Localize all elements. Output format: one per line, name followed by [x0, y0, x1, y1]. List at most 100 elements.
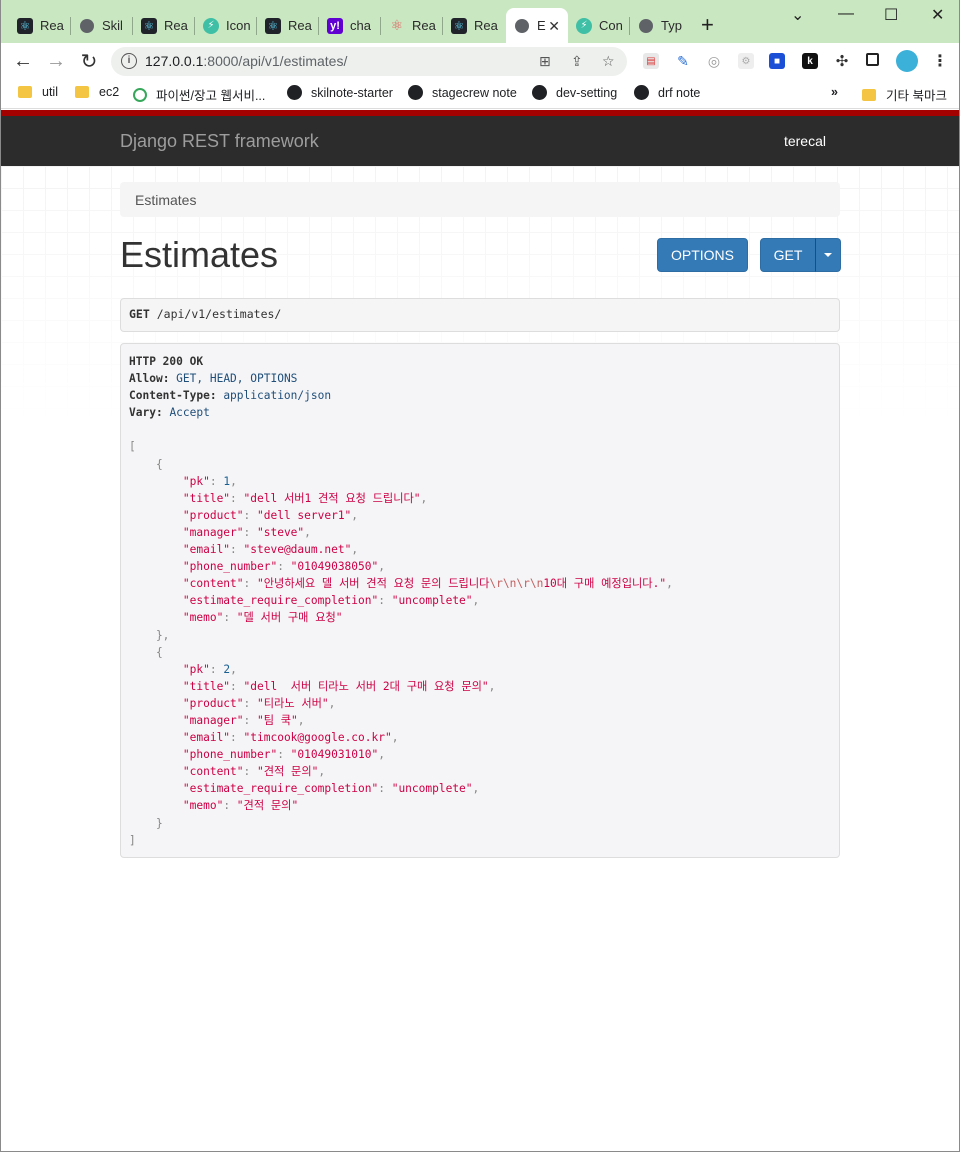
request-path: /api/v1/estimates/	[156, 307, 282, 321]
k-extension-icon[interactable]: k	[802, 53, 818, 69]
close-icon[interactable]: ✕	[548, 18, 560, 35]
color-picker-icon[interactable]: ✎	[675, 53, 691, 69]
bookmark-item[interactable]: ec2	[75, 85, 119, 99]
globe-icon	[634, 85, 649, 100]
options-button[interactable]: OPTIONS	[657, 238, 748, 272]
sidepanel-icon[interactable]	[866, 53, 879, 66]
json-value: "견적 문의"	[257, 765, 319, 779]
tab-label: Skil	[102, 18, 123, 33]
request-info: GET /api/v1/estimates/	[120, 298, 840, 332]
bookmark-item[interactable]: drf note	[634, 85, 700, 100]
react-icon: ⚛	[141, 17, 157, 34]
json-value: "dell 서버 티라노 서버 2대 구매 요청 문의"	[243, 679, 489, 693]
react-red-icon: ⚛	[390, 17, 404, 33]
bookmark-item[interactable]: util	[18, 85, 58, 99]
folder-icon	[18, 86, 32, 98]
browser-tab-active[interactable]: E ✕	[506, 8, 568, 43]
globe-icon	[287, 85, 302, 100]
browser-tab[interactable]: ⚡ Icon	[195, 8, 257, 43]
bookmark-star-icon[interactable]: ☆	[602, 53, 615, 70]
bookmark-item[interactable]: 파이썬/장고 웹서비...	[133, 85, 265, 104]
reload-icon[interactable]: ↻	[77, 49, 101, 73]
json-value: "uncomplete"	[391, 594, 473, 608]
json-value: "티라노 서버"	[257, 696, 329, 710]
extension-icon[interactable]: ▤	[643, 53, 659, 69]
address-bar[interactable]: i 127.0.0.1:8000/api/v1/estimates/ ⊞ ⇪ ☆	[111, 47, 627, 76]
yahoo-icon: y!	[327, 17, 343, 34]
user-menu[interactable]: terecal	[784, 133, 826, 149]
get-format-dropdown[interactable]	[815, 238, 841, 272]
react-icon: ⚛	[17, 17, 33, 34]
other-bookmarks[interactable]: 기타 북마크	[862, 85, 947, 104]
browser-tab[interactable]: ⚡ Con	[568, 8, 630, 43]
tab-label: E	[537, 18, 546, 33]
response-status: HTTP 200 OK	[129, 355, 204, 368]
globe-icon	[514, 18, 530, 34]
json-value: "timcook@google.co.kr"	[243, 731, 392, 745]
header-name: Vary	[129, 406, 156, 420]
request-method: GET	[129, 307, 150, 321]
menu-icon[interactable]: ⋮	[932, 53, 948, 70]
header-name: Allow	[129, 372, 163, 386]
breadcrumb-item[interactable]: Estimates	[135, 192, 196, 208]
header-value: GET, HEAD, OPTIONS	[176, 372, 298, 386]
browser-tab[interactable]: y! cha	[319, 8, 381, 43]
info-icon[interactable]: i	[121, 53, 137, 69]
react-icon: ⚛	[451, 17, 467, 34]
close-window-icon[interactable]: ✕	[931, 5, 944, 25]
folder-icon	[862, 88, 876, 101]
tab-label: Rea	[164, 18, 188, 33]
json-value: "델 서버 구매 요청"	[236, 611, 343, 625]
tab-label: Rea	[40, 18, 64, 33]
tab-label: Typ	[661, 18, 682, 33]
json-value: "steve@daum.net"	[243, 543, 352, 557]
bookmark-item[interactable]: stagecrew note	[408, 85, 517, 100]
green-circle-icon	[133, 87, 147, 102]
browser-tab[interactable]: ⚛ Rea	[133, 8, 195, 43]
json-value: "steve"	[257, 525, 305, 539]
browser-tab[interactable]: ⚛ Rea	[9, 8, 71, 43]
get-button[interactable]: GET	[760, 238, 816, 272]
globe-icon	[532, 85, 547, 100]
share-icon[interactable]: ⇪	[571, 53, 583, 70]
puzzle-icon[interactable]: ✣	[834, 53, 850, 70]
tab-label: cha	[350, 18, 371, 33]
browser-tab[interactable]: ⚛ Rea	[381, 8, 443, 43]
react-icon: ⚛	[265, 17, 281, 34]
extension-icon[interactable]: ⚙	[738, 53, 754, 69]
maximize-icon[interactable]: ☐	[884, 5, 898, 25]
json-value: "안녕하세요 델 서버 견적 요청 문의 드립니다	[257, 577, 490, 591]
json-value: "01049031010"	[290, 748, 379, 762]
back-icon[interactable]: ←	[11, 49, 35, 73]
json-value: "uncomplete"	[391, 782, 473, 796]
page-title: Estimates	[120, 234, 279, 275]
globe-icon	[79, 18, 95, 34]
new-tab-button[interactable]: +	[701, 14, 714, 36]
globe-icon	[638, 18, 654, 34]
json-value: "dell 서버1 견적 요청 드립니다"	[243, 491, 421, 505]
tab-search-icon[interactable]: ⌄	[791, 5, 804, 25]
bolt-icon: ⚡	[203, 17, 219, 34]
extension-icon[interactable]: ◎	[706, 53, 722, 69]
browser-tab[interactable]: Typ	[630, 8, 692, 43]
header-name: Content-Type	[129, 389, 210, 403]
bookmark-item[interactable]: skilnote-starter	[287, 85, 393, 100]
bookmarks-bar: util ec2 파이썬/장고 웹서비... skilnote-starter …	[1, 79, 959, 109]
browser-tab[interactable]: ⚛ Rea	[443, 8, 505, 43]
caret-down-icon	[824, 253, 832, 257]
avatar[interactable]	[896, 50, 918, 72]
json-value: "견적 문의"	[236, 799, 299, 813]
bookmark-item[interactable]: dev-setting	[532, 85, 617, 100]
tab-strip: ⚛ Rea Skil ⚛ Rea ⚡ Icon ⚛ Rea y! cha ⚛ Rea ⚛ Re…	[1, 0, 959, 43]
zoom-icon[interactable]: ■	[769, 53, 785, 69]
brand-link[interactable]: Django REST framework	[120, 131, 319, 152]
url-text[interactable]: 127.0.0.1:8000/api/v1/estimates/	[145, 53, 347, 69]
tab-label: Icon	[226, 18, 251, 33]
bookmarks-overflow[interactable]: »	[831, 85, 838, 99]
browser-tab[interactable]: Skil	[71, 8, 133, 43]
header-value: application/json	[223, 389, 332, 403]
minimize-icon[interactable]: —	[838, 5, 854, 23]
forward-icon[interactable]: →	[44, 49, 68, 73]
translate-icon[interactable]: ⊞	[539, 53, 551, 70]
browser-tab[interactable]: ⚛ Rea	[257, 8, 319, 43]
